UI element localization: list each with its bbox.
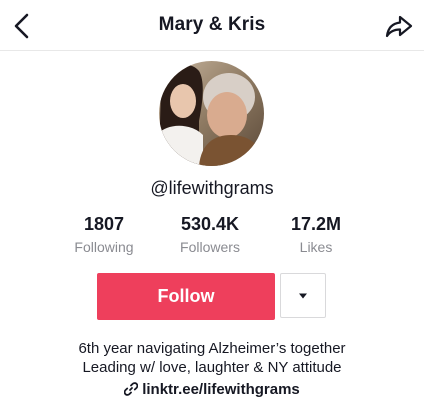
followers-count: 530.4K — [180, 214, 240, 234]
stat-likes[interactable]: 17.2M Likes — [266, 214, 366, 255]
bio-link-text: linktr.ee/lifewithgrams — [142, 381, 300, 398]
avatar[interactable] — [159, 61, 264, 166]
share-arrow-icon — [385, 15, 413, 38]
stat-followers[interactable]: 530.4K Followers — [160, 214, 260, 255]
profile-photo — [159, 61, 264, 166]
caret-down-icon — [299, 293, 307, 298]
likes-count: 17.2M — [290, 214, 342, 234]
following-label: Following — [74, 239, 134, 255]
link-icon — [123, 382, 139, 400]
stat-following[interactable]: 1807 Following — [54, 214, 154, 255]
username: @lifewithgrams — [150, 178, 274, 198]
bio: 6th year navigating Alzheimer’s together… — [0, 339, 424, 377]
profile-header: Mary & Kris — [0, 0, 424, 51]
likes-label: Likes — [299, 239, 333, 255]
follow-button[interactable]: Follow — [97, 273, 275, 320]
followers-label: Followers — [180, 239, 240, 255]
share-button[interactable] — [384, 12, 414, 42]
more-options-button[interactable] — [280, 273, 326, 318]
bio-link[interactable]: linktr.ee/lifewithgrams — [0, 381, 424, 400]
bio-line-1: 6th year navigating Alzheimer’s together — [78, 340, 346, 357]
bio-line-2: Leading w/ love, laughter & NY attitude — [82, 359, 342, 376]
page-title: Mary & Kris — [158, 14, 266, 35]
following-count: 1807 — [83, 214, 125, 234]
